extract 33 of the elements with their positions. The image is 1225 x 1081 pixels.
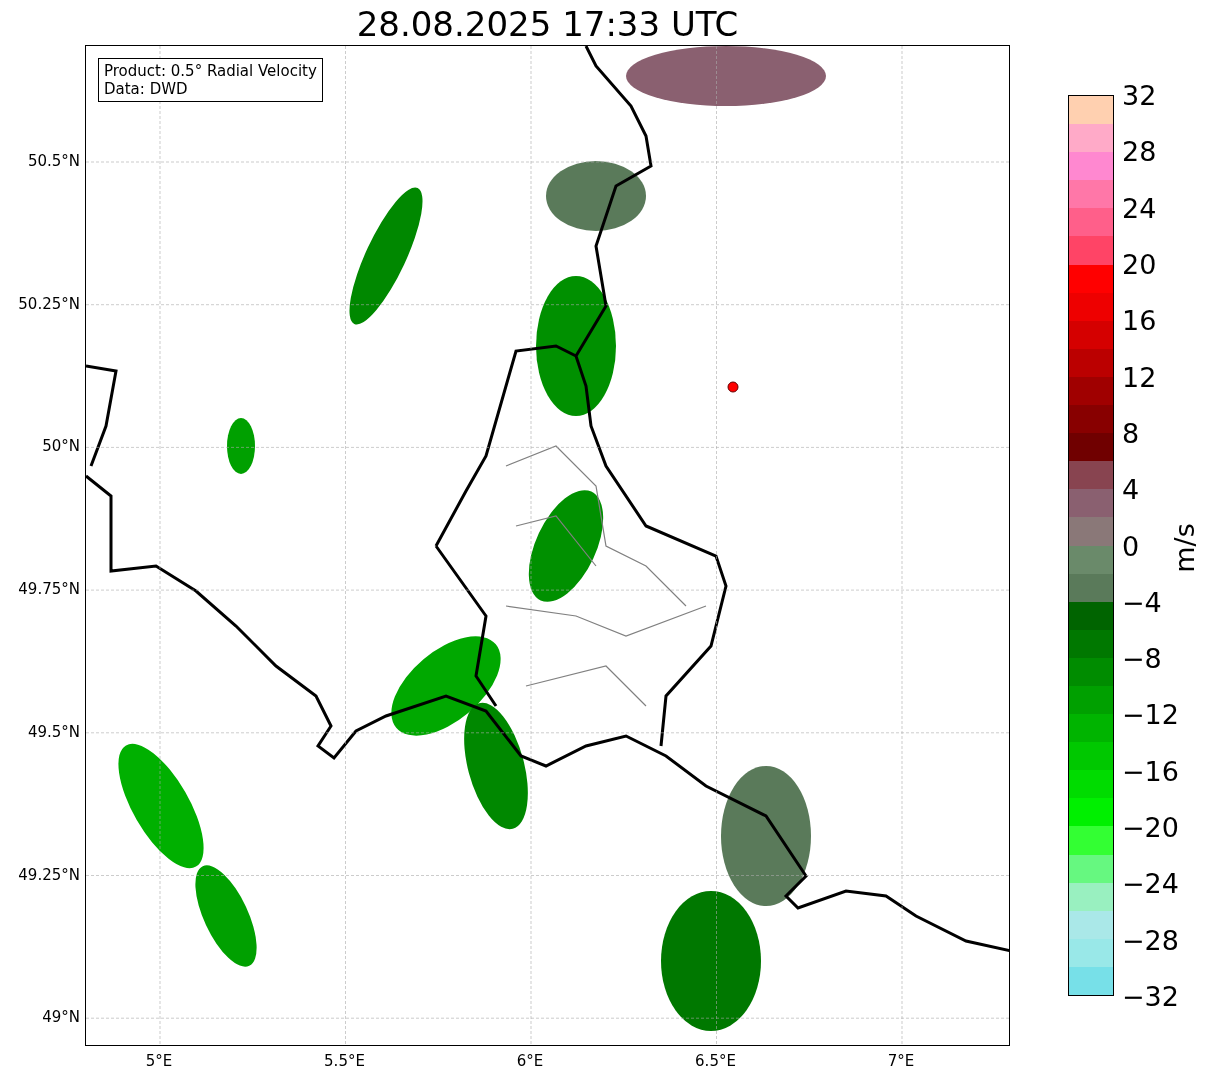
info-text: Data: DWD: [104, 80, 189, 98]
axis-tick-label: 50.25°N: [18, 294, 80, 313]
colorbar-label: m/s: [1168, 523, 1200, 573]
axis-tick-label: 49.25°N: [18, 865, 80, 884]
colorbar-tick-label: −8: [1122, 642, 1162, 674]
colorbar-tick-label: −28: [1122, 924, 1179, 956]
axis-tick-label: 7°E: [887, 1052, 915, 1070]
axis-tick-label: 50.5°N: [27, 152, 80, 170]
colorbar-tick-label: 0: [1122, 530, 1140, 561]
axis-tick-label: 49.5°N: [27, 722, 80, 741]
axis-tick-label: 6°E: [516, 1052, 544, 1070]
colorbar-tick-label: 20: [1122, 248, 1157, 280]
colorbar-tick-label: −12: [1122, 698, 1179, 730]
axis-tick-label: 49.75°N: [18, 580, 80, 599]
axis-tick-label: 49°N: [42, 1008, 80, 1027]
colorbar-tick-label: −24: [1122, 867, 1179, 899]
chart-title: 28.08.2025 17:33 UTC: [355, 4, 740, 44]
info-text: Product: 0.5° Radial Velocity: [104, 62, 317, 80]
colorbar-tick-label: 8: [1122, 417, 1140, 449]
colorbar-tick-label: 16: [1122, 304, 1157, 336]
colorbar-tick-label: −20: [1122, 811, 1179, 843]
colorbar-tick-label: −16: [1122, 755, 1179, 787]
axis-tick-label: 50°N: [42, 437, 80, 456]
colorbar-tick-label: −32: [1122, 980, 1179, 1012]
colorbar-tick-label: 24: [1122, 192, 1157, 224]
axis-tick-label: 5.5°E: [324, 1052, 365, 1070]
colorbar-tick-label: 28: [1122, 135, 1157, 167]
colorbar-tick-label: −4: [1122, 586, 1162, 618]
colorbar-tick-label: 4: [1122, 473, 1140, 505]
colorbar-tick-label: 12: [1122, 361, 1157, 393]
axis-tick-label: 6.5°E: [695, 1052, 736, 1070]
colorbar-tick-label: 32: [1122, 79, 1157, 111]
axis-tick-label: 5°E: [145, 1052, 173, 1070]
